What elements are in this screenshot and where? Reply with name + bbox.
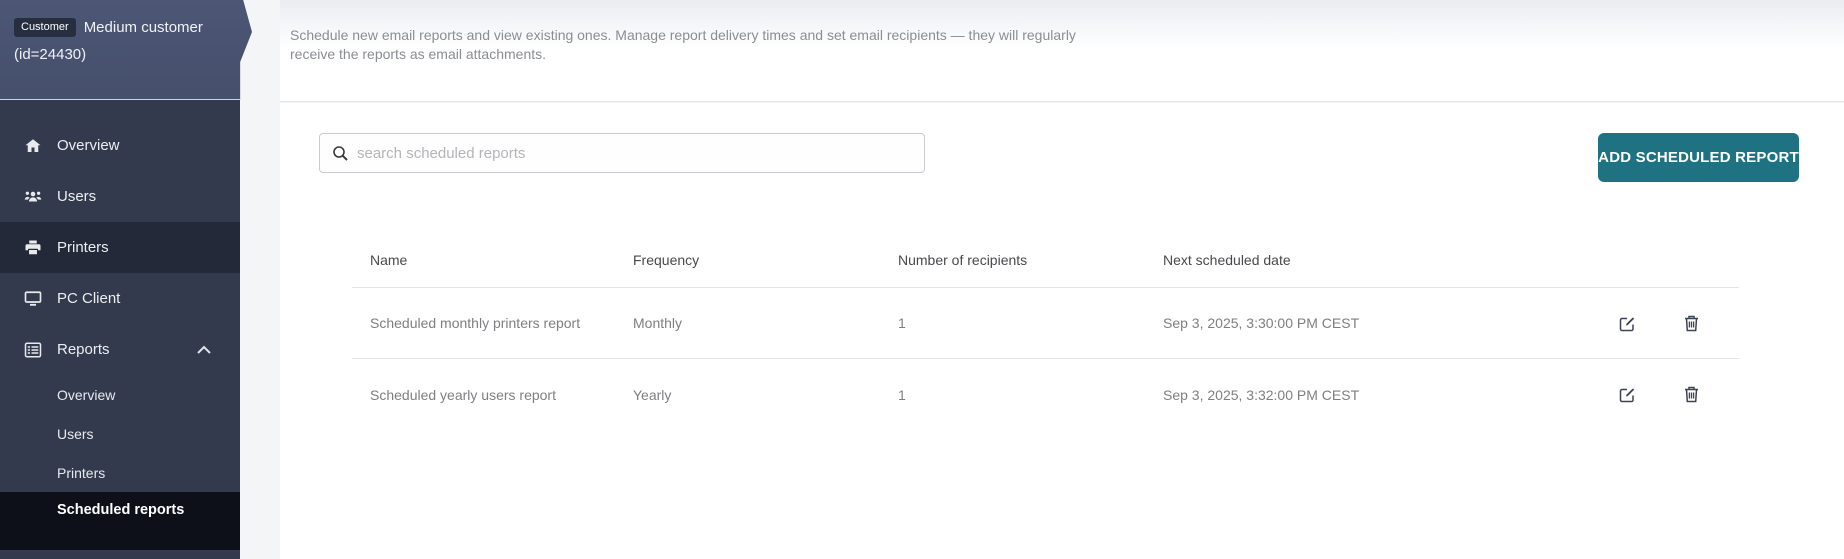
cell-name: Scheduled monthly printers report (370, 315, 633, 331)
cell-next-date: Sep 3, 2025, 3:32:00 PM CEST (1163, 387, 1513, 403)
trash-icon (1683, 314, 1700, 333)
sidebar-item-overview[interactable]: Overview (0, 120, 240, 171)
delete-button[interactable] (1681, 385, 1701, 405)
edit-icon (1618, 314, 1637, 333)
sidebar-item-label: Printers (57, 239, 109, 256)
home-icon (24, 137, 42, 155)
page-header-band: Schedule new email reports and view exis… (280, 0, 1844, 102)
printer-icon (24, 239, 42, 257)
col-header-recipients: Number of recipients (898, 252, 1163, 268)
content-card: ADD SCHEDULED REPORT Name Frequency Numb… (280, 103, 1844, 559)
col-header-frequency: Frequency (633, 252, 898, 268)
cell-frequency: Yearly (633, 387, 898, 403)
cell-recipients: 1 (898, 387, 1163, 403)
sidebar-subitem-label: Printers (57, 465, 105, 481)
table-row: Scheduled yearly users report Yearly 1 S… (352, 359, 1739, 430)
edit-button[interactable] (1617, 313, 1637, 333)
sidebar-subitem-scheduled-reports[interactable]: Scheduled reports (0, 492, 240, 550)
chevron-up-icon (196, 345, 212, 355)
cell-next-date: Sep 3, 2025, 3:30:00 PM CEST (1163, 315, 1513, 331)
sidebar-subitem-label: Users (57, 426, 94, 442)
sidebar-nav: Overview Users (0, 120, 240, 550)
search-icon (332, 145, 349, 162)
customer-name: Medium customer (84, 19, 203, 36)
search-input[interactable] (357, 145, 912, 162)
scheduled-reports-table: Name Frequency Number of recipients Next… (352, 233, 1739, 430)
col-header-next-date: Next scheduled date (1163, 252, 1513, 268)
sidebar: Customer Medium customer (id=24430) Over… (0, 0, 240, 559)
search-input-wrapper (319, 133, 925, 173)
sidebar-item-reports[interactable]: Reports (0, 324, 240, 375)
add-scheduled-report-button[interactable]: ADD SCHEDULED REPORT (1598, 133, 1799, 182)
sidebar-subitem-reports-overview[interactable]: Overview (0, 375, 240, 414)
table-header-row: Name Frequency Number of recipients Next… (352, 233, 1739, 288)
cell-recipients: 1 (898, 315, 1163, 331)
col-header-name: Name (370, 252, 633, 268)
edit-icon (1618, 385, 1637, 404)
sidebar-subitem-label: Overview (57, 387, 115, 403)
cell-name: Scheduled yearly users report (370, 387, 633, 403)
page-description: Schedule new email reports and view exis… (290, 26, 1102, 64)
sidebar-item-label: Reports (57, 341, 110, 358)
edit-button[interactable] (1617, 385, 1637, 405)
customer-id: (id=24430) (14, 46, 252, 63)
sidebar-item-users[interactable]: Users (0, 171, 240, 222)
cell-frequency: Monthly (633, 315, 898, 331)
trash-icon (1683, 385, 1700, 404)
header-separator (0, 99, 240, 100)
delete-button[interactable] (1681, 313, 1701, 333)
sidebar-subitem-reports-printers[interactable]: Printers (0, 453, 240, 492)
customer-type-badge: Customer (14, 18, 76, 37)
sidebar-item-label: Overview (57, 137, 120, 154)
sidebar-subitem-reports-users[interactable]: Users (0, 414, 240, 453)
report-icon (24, 341, 42, 359)
sidebar-item-label: Users (57, 188, 96, 205)
customer-header: Customer Medium customer (id=24430) (0, 0, 252, 100)
sidebar-subitem-label: Scheduled reports (57, 502, 184, 518)
sidebar-item-pc-client[interactable]: PC Client (0, 273, 240, 324)
sidebar-item-printers[interactable]: Printers (0, 222, 240, 273)
monitor-icon (24, 290, 42, 308)
sidebar-item-label: PC Client (57, 290, 120, 307)
users-icon (24, 188, 42, 206)
table-row: Scheduled monthly printers report Monthl… (352, 288, 1739, 359)
